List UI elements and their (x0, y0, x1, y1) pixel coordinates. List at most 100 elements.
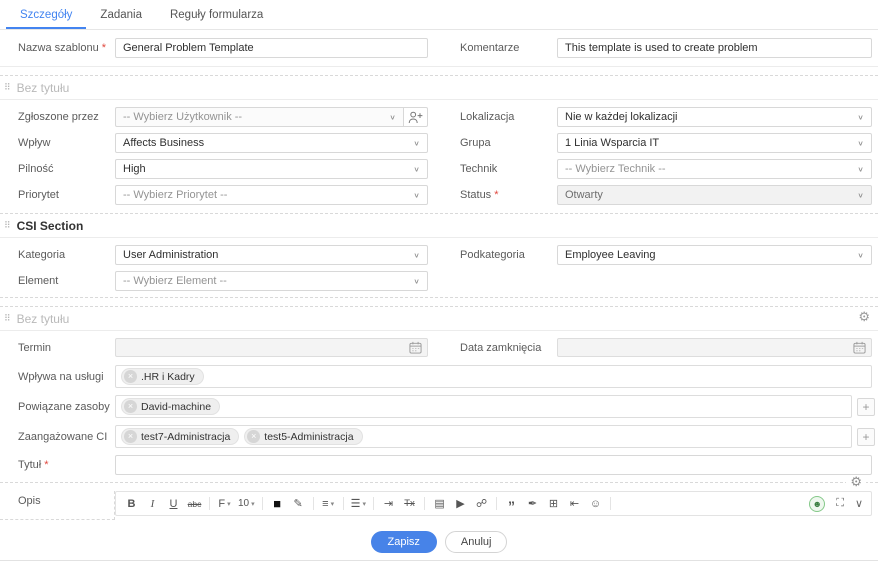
status-select: Otwarty ∨ (557, 185, 872, 205)
font-size-button[interactable]: 10 ▾ (236, 494, 257, 513)
template-name-label: Nazwa szablonu * (0, 42, 115, 54)
tag-label: David-machine (141, 401, 211, 413)
remove-tag-icon[interactable]: × (247, 430, 260, 443)
dropdown-caret-icon: ▾ (251, 500, 255, 508)
subcategory-select[interactable]: Employee Leaving ∨ (557, 245, 872, 265)
chevron-down-icon: ∨ (857, 139, 864, 146)
status-label: Status * (428, 189, 557, 201)
section-csi: ⠿ CSI Section Kategoria User Administrat… (0, 213, 878, 298)
insert-table-icon[interactable]: ⊞ (544, 494, 563, 513)
field-row: Priorytet -- Wybierz Priorytet -- ∨ Stat… (0, 185, 878, 205)
horizontal-rule-icon[interactable]: ⇤ (565, 494, 584, 513)
tab-zadania[interactable]: Zadania (86, 0, 156, 29)
impact-select[interactable]: Affects Business ∨ (115, 133, 428, 153)
chevron-down-icon: ∨ (413, 251, 420, 258)
toolbar-right-group: ☻ ⛶ ∨ (809, 496, 865, 512)
select-value: Employee Leaving (565, 249, 857, 261)
font-color-icon[interactable]: ■ (268, 494, 287, 513)
gear-icon[interactable]: ⚙ (858, 310, 870, 323)
comments-input[interactable] (557, 38, 872, 58)
involved-ci-label: Zaangażowane CI (0, 431, 115, 443)
strikethrough-icon[interactable]: abc (185, 494, 204, 513)
font-family-button[interactable]: F ▾ (215, 494, 234, 513)
cancel-button[interactable]: Anuluj (445, 531, 508, 553)
priority-select[interactable]: -- Wybierz Priorytet -- ∨ (115, 185, 428, 205)
person-plus-icon (408, 111, 423, 124)
required-asterisk: * (494, 189, 498, 201)
required-asterisk: * (102, 42, 106, 54)
chevron-down-icon: ∨ (413, 139, 420, 146)
gear-icon[interactable]: ⚙ (846, 475, 866, 488)
description-row: ⚙ Opis B I U abc F ▾ 10 (0, 482, 878, 520)
location-select[interactable]: Nie w każdej lokalizacji ∨ (557, 107, 872, 127)
item-select[interactable]: -- Wybierz Element -- ∨ (115, 271, 428, 291)
drag-handle-icon[interactable]: ⠿ (4, 313, 11, 324)
affected-services-input[interactable]: × .HR i Kadry (115, 365, 872, 388)
required-asterisk: * (44, 459, 48, 471)
technician-select[interactable]: -- Wybierz Technik -- ∨ (557, 159, 872, 179)
empty-cell (872, 491, 878, 520)
add-asset-button[interactable]: + (857, 398, 875, 416)
rich-text-editor: B I U abc F ▾ 10 ▾ (115, 491, 872, 520)
form-content: Nazwa szablonu * Komentarze ⠿ Bez tytułu… (0, 30, 878, 561)
drag-handle-icon[interactable]: ⠿ (4, 82, 11, 93)
insert-image-icon[interactable]: ▤ (430, 494, 449, 513)
section-untitled-2: ⠿ Bez tytułu ⚙ Termin Data zamknięcia (0, 306, 878, 520)
highlight-color-icon[interactable]: ✎ (289, 494, 308, 513)
list-button[interactable]: ☰ ▾ (349, 494, 368, 513)
toolbar-separator (262, 497, 263, 510)
fullscreen-icon[interactable]: ⛶ (836, 497, 844, 510)
tab-szczegoly[interactable]: Szczegóły (6, 0, 86, 29)
tab-bar: Szczegóły Zadania Reguły formularza (0, 0, 878, 30)
assistant-icon[interactable]: ☻ (809, 496, 825, 512)
title-label: Tytuł * (0, 459, 115, 471)
insert-video-icon[interactable]: ▶ (451, 494, 470, 513)
due-date-input (115, 338, 428, 357)
underline-icon[interactable]: U (164, 494, 183, 513)
add-user-button[interactable] (404, 107, 428, 127)
location-label: Lokalizacja (428, 111, 557, 123)
quote-icon[interactable]: ” (502, 494, 521, 513)
section-header: ⠿ Bez tytułu (0, 76, 878, 100)
select-value: -- Wybierz Element -- (123, 275, 413, 287)
indent-icon[interactable]: ⇥ (379, 494, 398, 513)
impact-label: Wpływ (0, 137, 115, 149)
collapse-toolbar-icon[interactable]: ∨ (855, 497, 863, 510)
remove-tag-icon[interactable]: × (124, 430, 137, 443)
toolbar-separator (610, 497, 611, 510)
toolbar-separator (424, 497, 425, 510)
chevron-down-icon: ∨ (857, 191, 864, 198)
signature-icon[interactable]: ✒ (523, 494, 542, 513)
select-value: -- Wybierz Użytkownik -- (123, 111, 389, 123)
involved-ci-input[interactable]: × test7-Administracja × test5-Administra… (115, 425, 852, 448)
insert-link-icon[interactable]: ☍ (472, 494, 491, 513)
field-row: Zgłoszone przez -- Wybierz Użytkownik --… (0, 107, 878, 127)
select-value: High (123, 163, 413, 175)
requester-label: Zgłoszone przez (0, 111, 115, 123)
tag-chip: × test5-Administracja (244, 428, 362, 445)
tab-reguly-formularza[interactable]: Reguły formularza (156, 0, 277, 29)
remove-tag-icon[interactable]: × (124, 400, 137, 413)
bold-icon[interactable]: B (122, 494, 141, 513)
remove-tag-icon[interactable]: × (124, 370, 137, 383)
chevron-down-icon: ∨ (413, 191, 420, 198)
section-title: Bez tytułu (17, 81, 70, 95)
template-name-input[interactable] (115, 38, 428, 58)
add-ci-button[interactable]: + (857, 428, 875, 446)
title-input[interactable] (115, 455, 872, 475)
italic-icon[interactable]: I (143, 494, 162, 513)
save-button[interactable]: Zapisz (371, 531, 437, 553)
urgency-select[interactable]: High ∨ (115, 159, 428, 179)
section-title: Bez tytułu (17, 312, 70, 326)
select-value: User Administration (123, 249, 413, 261)
related-assets-input[interactable]: × David-machine (115, 395, 852, 418)
align-button[interactable]: ≡ ▾ (319, 494, 338, 513)
emoji-icon[interactable]: ☺ (586, 494, 605, 513)
field-row: Termin Data zamknięcia (0, 338, 878, 357)
drag-handle-icon[interactable]: ⠿ (4, 220, 11, 231)
clear-format-icon[interactable]: Tx (400, 494, 419, 513)
group-select[interactable]: 1 Linia Wsparcia IT ∨ (557, 133, 872, 153)
requester-select[interactable]: -- Wybierz Użytkownik -- ∨ (115, 107, 404, 127)
category-select[interactable]: User Administration ∨ (115, 245, 428, 265)
chevron-down-icon: ∨ (413, 165, 420, 172)
